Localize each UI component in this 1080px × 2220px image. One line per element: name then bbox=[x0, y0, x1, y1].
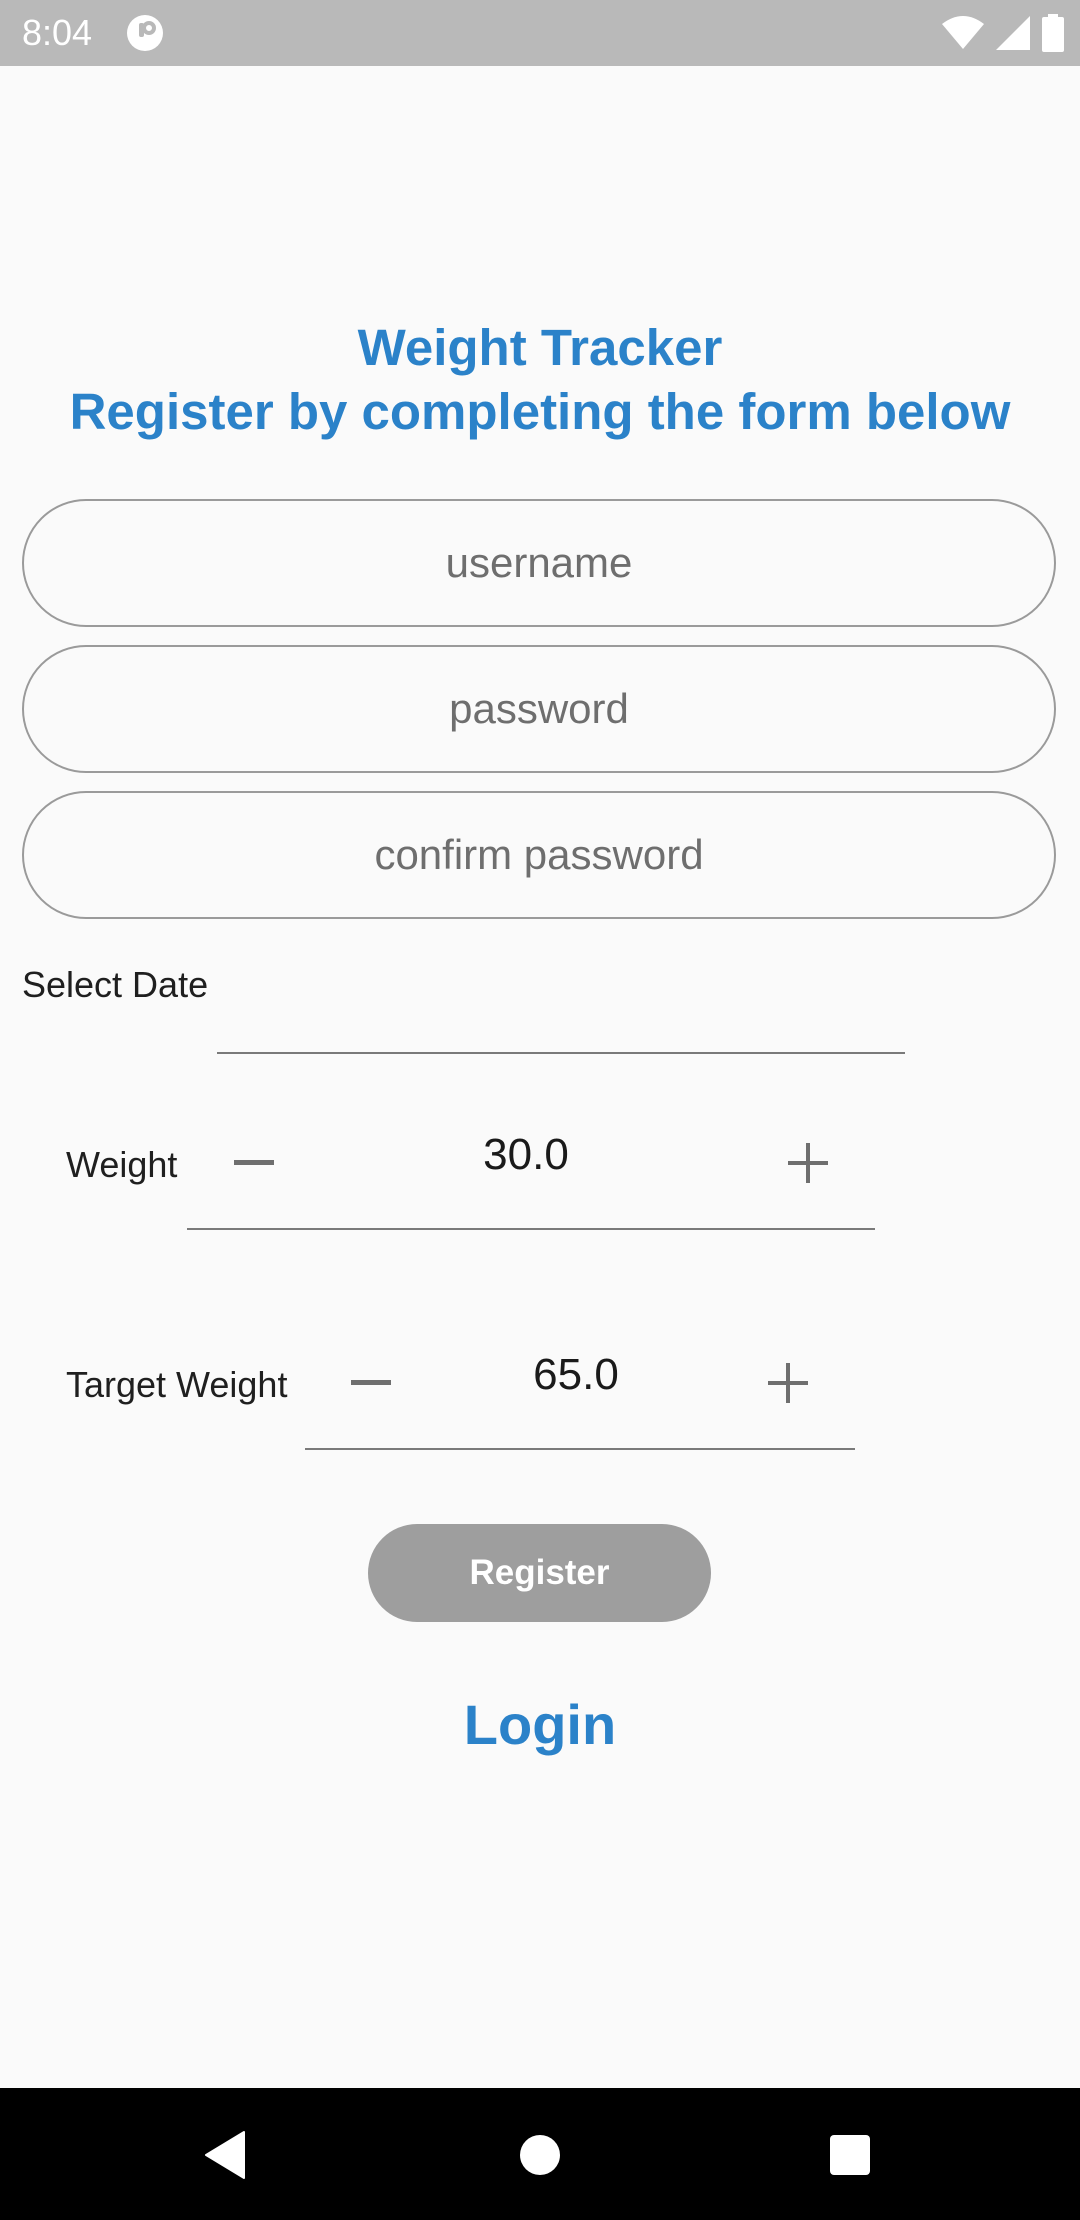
weight-underline bbox=[187, 1228, 875, 1230]
page-subtitle: Register by completing the form below bbox=[69, 383, 1011, 440]
battery-icon bbox=[1042, 14, 1064, 52]
confirm-password-field[interactable]: confirm password bbox=[22, 791, 1056, 919]
status-time: 8:04 bbox=[22, 12, 93, 53]
plus-icon bbox=[788, 1143, 828, 1183]
app-title: Weight Tracker bbox=[357, 319, 723, 376]
weight-decrement-button[interactable] bbox=[224, 1133, 284, 1193]
target-weight-label: Target Weight bbox=[66, 1364, 288, 1405]
minus-icon bbox=[234, 1160, 274, 1165]
recents-icon[interactable] bbox=[815, 2120, 885, 2190]
weight-increment-button[interactable] bbox=[778, 1133, 838, 1193]
status-bar: 8:04 bbox=[0, 0, 1080, 66]
target-weight-value[interactable]: 65.0 bbox=[476, 1350, 676, 1400]
weight-label: Weight bbox=[66, 1144, 178, 1185]
confirm-password-placeholder: confirm password bbox=[374, 831, 704, 878]
password-placeholder: password bbox=[449, 685, 629, 732]
back-icon[interactable] bbox=[190, 2120, 260, 2190]
signal-icon bbox=[996, 16, 1030, 50]
plus-icon bbox=[768, 1363, 808, 1403]
date-field-underline[interactable] bbox=[217, 1052, 905, 1054]
page-title: Weight Tracker Register by completing th… bbox=[0, 316, 1080, 444]
weight-value[interactable]: 30.0 bbox=[426, 1130, 626, 1180]
navigation-bar bbox=[0, 2088, 1080, 2220]
minus-icon bbox=[351, 1380, 391, 1385]
target-weight-underline bbox=[305, 1448, 855, 1450]
wifi-icon bbox=[942, 16, 984, 50]
app-notification-icon bbox=[126, 14, 164, 52]
target-weight-increment-button[interactable] bbox=[758, 1353, 818, 1413]
register-button[interactable]: Register bbox=[368, 1524, 711, 1622]
home-icon[interactable] bbox=[505, 2120, 575, 2190]
username-placeholder: username bbox=[445, 539, 633, 586]
login-link[interactable]: Login bbox=[0, 1692, 1080, 1757]
password-field[interactable]: password bbox=[22, 645, 1056, 773]
target-weight-decrement-button[interactable] bbox=[341, 1353, 401, 1413]
select-date-label[interactable]: Select Date bbox=[22, 964, 208, 1006]
username-field[interactable]: username bbox=[22, 499, 1056, 627]
